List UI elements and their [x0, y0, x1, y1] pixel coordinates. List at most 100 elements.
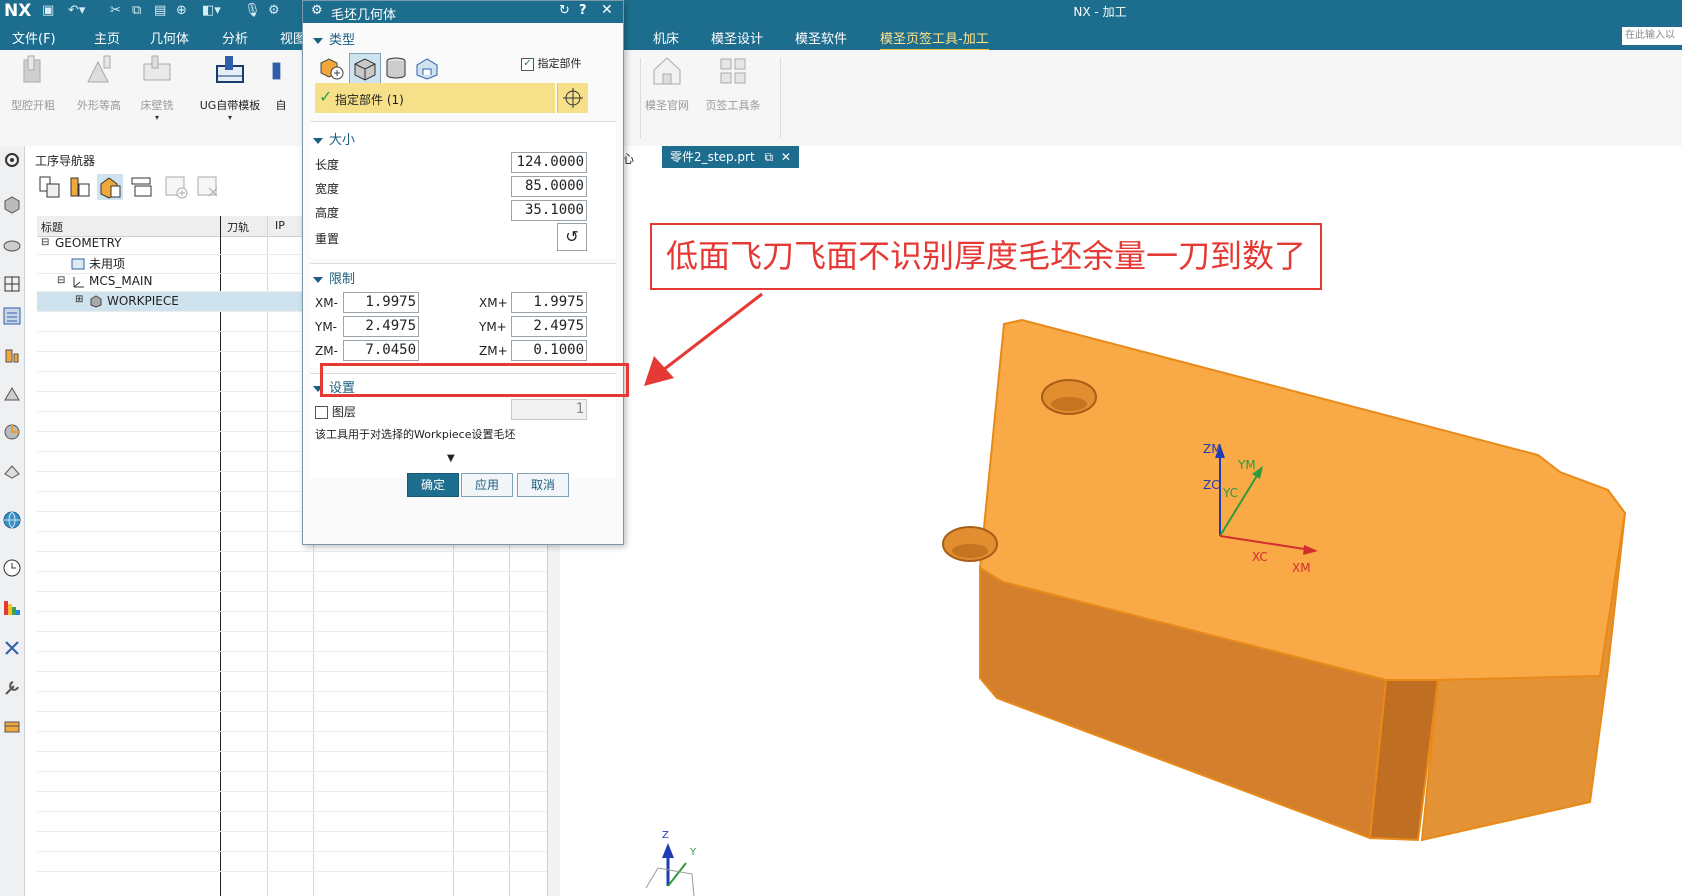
size-section-header[interactable]: 大小: [313, 129, 355, 148]
row-divider: [37, 591, 547, 592]
part-offset-icon[interactable]: [317, 55, 345, 81]
select-part-button[interactable]: [557, 83, 588, 113]
tool-library-icon[interactable]: [2, 346, 22, 366]
assembly-navigator-icon[interactable]: [2, 234, 22, 254]
xm-plus-input[interactable]: 1.9975: [511, 292, 587, 313]
row-divider: [37, 691, 547, 692]
settings-gear-icon[interactable]: [2, 150, 22, 170]
layer-input[interactable]: 1: [511, 399, 587, 420]
dialog-gear-icon[interactable]: ⚙: [311, 3, 323, 18]
geometry-library-icon[interactable]: [2, 422, 22, 442]
undo-icon[interactable]: ↶▾: [68, 3, 85, 18]
method-library-icon[interactable]: [2, 384, 22, 404]
bounding-cylinder-icon[interactable]: [383, 55, 409, 81]
selection-ok-check-icon: ✓: [319, 87, 333, 106]
tab-part-file[interactable]: 零件2_step.prt ⧉ ✕: [662, 146, 799, 168]
floor-wall-button[interactable]: 床壁铣 ▾: [124, 54, 190, 122]
dialog-reset-icon[interactable]: ↻: [559, 3, 570, 18]
ym-plus-input[interactable]: 2.4975: [511, 316, 587, 337]
paste-icon[interactable]: ▤: [154, 3, 166, 18]
specify-part-selector[interactable]: ✓ 指定部件 (1): [315, 83, 555, 113]
roles-icon[interactable]: [2, 716, 22, 736]
specify-part-checkbox[interactable]: ✓ 指定部件: [521, 55, 582, 71]
column-name[interactable]: 标题: [41, 219, 63, 235]
tab-toolbar-button[interactable]: 页签工具条: [700, 54, 766, 113]
menu-machine[interactable]: 机床: [653, 28, 679, 47]
title-bar: NX ▣ ↶▾ ✂ ⧉ ▤ ⊕ ◧▾ 🎙 ⚙ NX - 加工: [0, 0, 1682, 22]
menu-file[interactable]: 文件(F): [12, 28, 56, 47]
feature-icon[interactable]: [2, 460, 22, 480]
zm-minus-input[interactable]: 7.0450: [343, 340, 419, 361]
menu-analysis[interactable]: 分析: [222, 28, 248, 47]
ribbon: 型腔开粗 外形等高 床壁铣 ▾ UG自带模板 ▾ 自 模圣官网 页签工具条: [0, 50, 1682, 147]
web-browser-icon[interactable]: [2, 510, 22, 530]
height-label: 高度: [315, 206, 340, 220]
axis-label-xc: XC: [1252, 550, 1268, 564]
convex-hull-icon[interactable]: [413, 55, 441, 81]
method-view-icon[interactable]: [129, 174, 155, 200]
viewport-tab-bar: 心 零件2_step.prt ⧉ ✕: [622, 146, 1682, 169]
tab-float-icon[interactable]: ⧉: [765, 150, 774, 164]
length-input[interactable]: 124.0000: [511, 152, 587, 173]
tree-row-workpiece[interactable]: ⊞ WORKPIECE: [37, 292, 313, 311]
contour-level-button[interactable]: 外形等高: [66, 54, 132, 113]
column-ipw[interactable]: IP: [275, 219, 285, 232]
snap-icon[interactable]: ⊕: [176, 3, 187, 18]
type-section-header[interactable]: 类型: [313, 29, 355, 48]
row-divider: [37, 711, 547, 712]
ym-minus-input[interactable]: 2.4975: [343, 316, 419, 337]
layer-checkbox[interactable]: 图层: [315, 403, 356, 420]
custom-template-button[interactable]: 自: [266, 54, 296, 113]
process-tool-icon[interactable]: [2, 638, 22, 658]
create-group-icon[interactable]: [163, 174, 189, 200]
cavity-roughing-button[interactable]: 型腔开粗: [0, 54, 66, 113]
column-toolpath[interactable]: 刀轨: [227, 219, 249, 235]
zm-plus-input[interactable]: 0.1000: [511, 340, 587, 361]
cancel-button[interactable]: 取消: [517, 473, 569, 497]
delete-group-icon[interactable]: [195, 174, 221, 200]
cut-icon[interactable]: ✂: [110, 3, 121, 18]
hole-1-bottom: [1051, 397, 1087, 411]
machine-tool-view-icon[interactable]: [67, 174, 93, 200]
mcs-axis-icon: [73, 277, 84, 288]
blank-icon[interactable]: ◧▾: [202, 3, 221, 18]
apply-button[interactable]: 应用: [461, 473, 513, 497]
bounding-block-icon[interactable]: [349, 53, 381, 85]
cavity-mill-icon: [23, 55, 41, 83]
program-order-view-icon[interactable]: [37, 174, 63, 200]
tab-close-icon[interactable]: ✕: [781, 150, 791, 164]
expand-more-icon[interactable]: ▼: [447, 453, 455, 464]
axis-label-ym: YM: [1238, 458, 1256, 472]
width-input[interactable]: 85.0000: [511, 176, 587, 197]
xm-minus-input[interactable]: 1.9975: [343, 292, 419, 313]
dialog-help-icon[interactable]: ?: [579, 3, 587, 18]
save-icon[interactable]: ▣: [42, 3, 54, 18]
menu-mold-tab-tools[interactable]: 模圣页签工具-加工: [880, 28, 989, 51]
dialog-title-bar: ⚙ 毛坯几何体 ↻ ? ✕: [303, 1, 623, 23]
part-navigator-icon[interactable]: [2, 194, 22, 214]
menu-mold-design[interactable]: 模圣设计: [711, 28, 763, 47]
reset-size-button[interactable]: ↺: [557, 223, 587, 251]
mold-website-button[interactable]: 模圣官网: [634, 54, 700, 113]
height-input[interactable]: 35.1000: [511, 200, 587, 221]
geometry-view-icon[interactable]: [97, 174, 123, 200]
ok-button[interactable]: 确定: [407, 473, 459, 497]
menu-mold-software[interactable]: 模圣软件: [795, 28, 847, 47]
wrench-icon[interactable]: [2, 678, 22, 698]
menu-home[interactable]: 主页: [94, 28, 120, 47]
operation-navigator-icon[interactable]: [2, 306, 22, 326]
axis-label-xm: XM: [1292, 561, 1311, 575]
menu-geometry[interactable]: 几何体: [150, 28, 189, 47]
history-clock-icon[interactable]: [2, 558, 22, 578]
limit-section-header[interactable]: 限制: [313, 268, 355, 287]
copy-icon[interactable]: ⧉: [132, 3, 141, 18]
ug-template-button[interactable]: UG自带模板 ▾: [190, 54, 270, 122]
checkbox-check-icon: ✓: [521, 57, 534, 71]
microphone-icon[interactable]: 🎙: [244, 3, 261, 18]
tools-icon[interactable]: ⚙: [268, 3, 280, 18]
color-palette-icon[interactable]: [2, 598, 22, 618]
machine-tool-navigator-icon[interactable]: [2, 274, 22, 294]
dialog-close-icon[interactable]: ✕: [601, 2, 613, 18]
command-search-input[interactable]: 在此输入以: [1622, 27, 1682, 45]
workpiece-icon: [90, 295, 102, 308]
